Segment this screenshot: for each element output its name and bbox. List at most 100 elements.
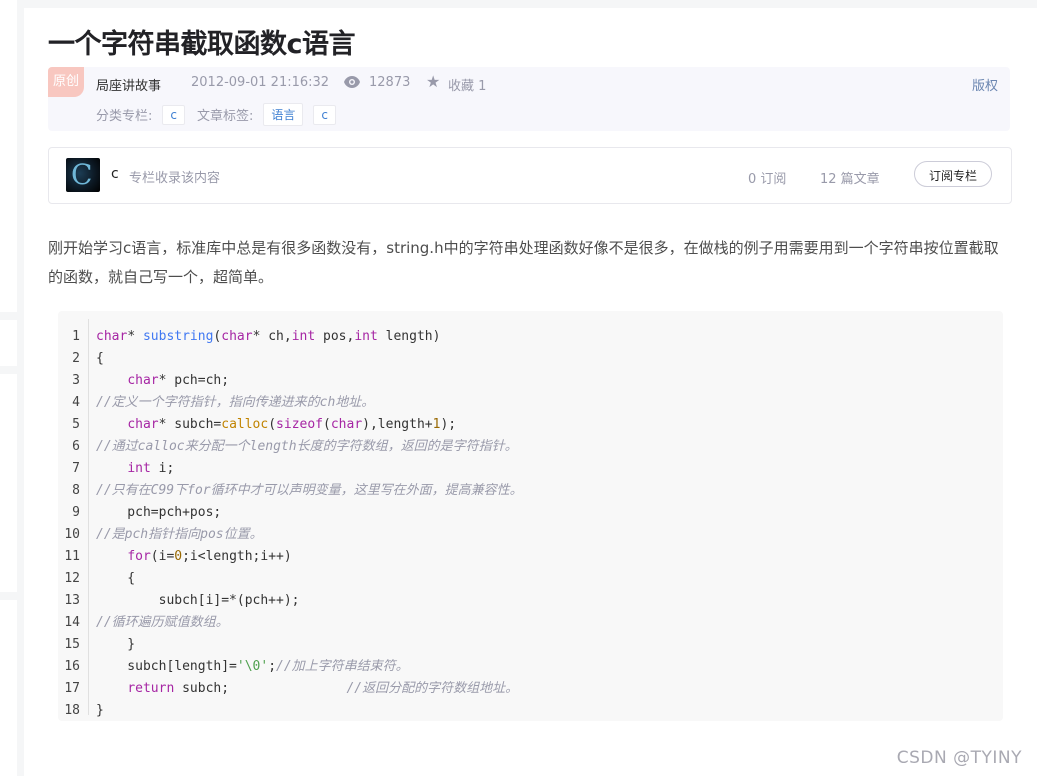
article-paragraph: 刚开始学习c语言，标准库中总是有很多函数没有，string.h中的字符串处理函数… bbox=[48, 239, 999, 286]
code-text: //定义一个字符指针，指向传递进来的ch地址。 bbox=[96, 392, 374, 414]
code-line: 12 { bbox=[58, 568, 1003, 590]
code-token: int bbox=[291, 329, 316, 344]
code-token: ); bbox=[440, 417, 457, 432]
code-text: //是pch指针指向pos位置。 bbox=[96, 524, 263, 546]
category-tag[interactable]: c bbox=[162, 104, 185, 125]
code-token: int bbox=[127, 461, 151, 476]
left-sidebar-card bbox=[0, 374, 17, 592]
code-token: //返回分配的字符数组地址。 bbox=[346, 681, 519, 696]
code-text: int i; bbox=[96, 458, 174, 480]
code-token: 0 bbox=[174, 549, 183, 564]
line-number: 15 bbox=[64, 637, 80, 652]
code-block: 1 char* substring(char* ch,int pos,int le… bbox=[58, 311, 1003, 721]
code-token: //通过calloc来分配一个length长度的字符数组，返回的是字符指针。 bbox=[96, 439, 518, 454]
code-token: char bbox=[127, 373, 159, 388]
code-token: int bbox=[354, 329, 378, 344]
code-token: '\0' bbox=[236, 659, 269, 674]
line-number: 5 bbox=[72, 417, 80, 432]
code-line: 4 //定义一个字符指针，指向传递进来的ch地址。 bbox=[58, 392, 1003, 414]
article-meta-tags: 分类专栏: c 文章标签: 语言 c bbox=[96, 103, 337, 126]
code-line: 3 char* pch=ch; bbox=[58, 370, 1003, 392]
line-number: 12 bbox=[64, 571, 80, 586]
code-line: 2{ bbox=[58, 348, 1003, 370]
line-number: 14 bbox=[64, 615, 80, 630]
line-number: 17 bbox=[64, 681, 80, 696]
star-icon[interactable]: ★ bbox=[426, 74, 440, 90]
line-number: 11 bbox=[64, 549, 80, 564]
code-token: ),length+ bbox=[362, 417, 433, 432]
code-line: 14 //循环遍历赋值数组。 bbox=[58, 612, 1003, 634]
code-token: * subch= bbox=[158, 417, 222, 432]
code-line: 6 //通过calloc来分配一个length长度的字符数组，返回的是字符指针。 bbox=[58, 436, 1003, 458]
code-token: * pch=ch; bbox=[158, 373, 230, 388]
left-sidebar-card bbox=[0, 320, 17, 366]
line-number: 13 bbox=[64, 593, 80, 608]
subscribe-column-button[interactable]: 订阅专栏 bbox=[914, 161, 992, 187]
line-number: 9 bbox=[72, 505, 80, 520]
line-number: 18 bbox=[64, 703, 80, 718]
article-title: 一个字符串截取函数c语言 bbox=[48, 29, 356, 60]
code-line: 5 char* subch=calloc(sizeof(char),length… bbox=[58, 414, 1003, 436]
code-text: return subch; //返回分配的字符数组地址。 bbox=[96, 678, 518, 700]
column-name[interactable]: c bbox=[111, 166, 119, 182]
eye-icon bbox=[344, 76, 360, 88]
code-text: subch[i]=*(pch++); bbox=[96, 590, 300, 612]
code-token: char bbox=[221, 329, 253, 344]
code-line: 13 subch[i]=*(pch++); bbox=[58, 590, 1003, 612]
csdn-watermark: CSDN @TYINY bbox=[896, 748, 1022, 768]
code-token: for bbox=[127, 549, 151, 564]
line-number: 4 bbox=[72, 395, 80, 410]
code-line: 8 //只有在C99下for循环中才可以声明变量，这里写在外面，提高兼容性。 bbox=[58, 480, 1003, 502]
code-token: char bbox=[96, 329, 128, 344]
code-token: substring bbox=[142, 329, 214, 344]
code-token: { bbox=[96, 571, 136, 586]
code-token: subch; bbox=[174, 681, 347, 696]
line-number: 8 bbox=[72, 483, 80, 498]
left-sidebar-strip bbox=[0, 0, 17, 776]
code-text: { bbox=[96, 568, 135, 590]
code-line: 7 int i; bbox=[58, 458, 1003, 480]
line-number: 6 bbox=[72, 439, 80, 454]
code-token: //循环遍历赋值数组。 bbox=[96, 615, 229, 630]
code-token: } bbox=[96, 703, 104, 718]
code-token: //是pch指针指向pos位置。 bbox=[96, 527, 263, 542]
code-text: } bbox=[96, 700, 104, 722]
tags-label: 文章标签: bbox=[197, 109, 254, 124]
line-number: 16 bbox=[64, 659, 80, 674]
author-link[interactable]: 局座讲故事 bbox=[96, 75, 161, 94]
code-line: 18} bbox=[58, 700, 1003, 722]
code-line: 17 return subch; //返回分配的字符数组地址。 bbox=[58, 678, 1003, 700]
column-description: 专栏收录该内容 bbox=[129, 171, 221, 186]
code-token: //只有在C99下for循环中才可以声明变量，这里写在外面，提高兼容性。 bbox=[96, 483, 523, 498]
column-avatar[interactable]: C bbox=[66, 158, 100, 192]
code-text: for(i=0;i<length;i++) bbox=[96, 546, 291, 568]
line-number: 3 bbox=[72, 373, 80, 388]
article-tag[interactable]: 语言 bbox=[263, 103, 304, 126]
favorite-count[interactable]: 收藏 1 bbox=[448, 75, 486, 94]
code-line: 15 } bbox=[58, 634, 1003, 656]
code-token: (i= bbox=[150, 549, 175, 564]
copyright-link[interactable]: 版权 bbox=[972, 75, 998, 94]
article-tag[interactable]: c bbox=[313, 104, 337, 125]
code-token: subch[length]= bbox=[96, 659, 237, 674]
code-token: length) bbox=[377, 329, 441, 344]
code-line: 9 pch=pch+pos; bbox=[58, 502, 1003, 524]
code-token: { bbox=[96, 351, 104, 366]
code-line: 16 subch[length]='\0';//加上字符串结束符。 bbox=[58, 656, 1003, 678]
article-container: 一个字符串截取函数c语言 原创 局座讲故事 2012-09-01 21:16:3… bbox=[24, 8, 1037, 776]
code-token: calloc bbox=[221, 417, 269, 432]
column-avatar-c-glyph: C bbox=[71, 158, 93, 191]
code-token: subch[i]=*(pch++); bbox=[96, 593, 300, 608]
view-count: 12873 bbox=[369, 75, 411, 90]
code-text: char* pch=ch; bbox=[96, 370, 229, 392]
column-card: C c 专栏收录该内容 0 订阅 12 篇文章 订阅专栏 bbox=[48, 147, 1012, 204]
article-info-box: 原创 局座讲故事 2012-09-01 21:16:32 12873 ★ 收藏 … bbox=[48, 67, 1010, 131]
line-number: 10 bbox=[64, 527, 80, 542]
column-subscribers: 0 订阅 bbox=[748, 172, 787, 187]
code-token: pos, bbox=[315, 329, 355, 344]
